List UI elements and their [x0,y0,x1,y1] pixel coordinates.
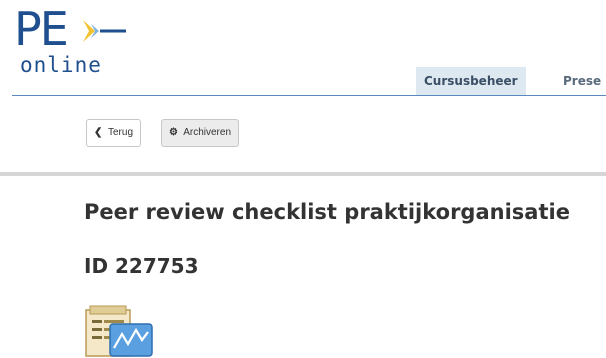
header-divider [12,95,606,96]
back-button[interactable]: ❮ Terug [86,119,142,147]
logo-sub-text: online [20,53,102,77]
logo-main-text: PE [14,2,69,56]
tab-cursusbeheer[interactable]: Cursusbeheer [416,67,526,95]
page-id: ID 227753 [84,254,199,278]
logo-arrow-icon [83,20,126,42]
content-divider [0,172,606,176]
pe-online-logo[interactable]: PE online [14,2,126,80]
page-title: Peer review checklist praktijkorganisati… [84,200,570,224]
chevron-left-icon: ❮ [94,127,103,138]
checklist-chart-icon [85,305,153,357]
archive-button-label: Archiveren [183,127,232,138]
gear-icon: ⚙ [169,127,178,138]
tab-prese[interactable]: Prese [563,67,601,95]
back-button-label: Terug [108,127,134,138]
archive-button[interactable]: ⚙ Archiveren [161,119,240,147]
